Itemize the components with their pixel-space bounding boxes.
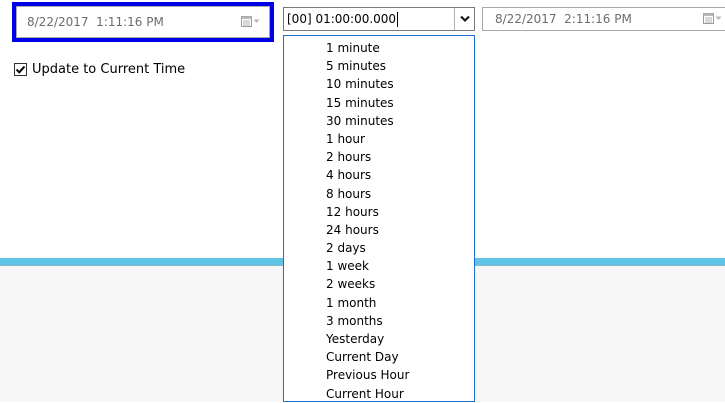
chevron-down-icon (459, 15, 470, 23)
start-calendar-button[interactable] (241, 15, 263, 29)
start-time-picker[interactable]: 8/22/2017 1:11:16 PM (12, 2, 274, 42)
duration-option[interactable]: 1 week (324, 257, 474, 275)
duration-option[interactable]: Previous Hour (324, 366, 474, 384)
duration-option[interactable]: 30 minutes (324, 112, 474, 130)
duration-option[interactable]: 5 minutes (324, 57, 474, 75)
duration-option[interactable]: Current Hour (324, 385, 474, 403)
duration-option[interactable]: 12 hours (324, 203, 474, 221)
update-current-time-checkbox[interactable] (14, 63, 27, 76)
duration-option[interactable]: 1 month (324, 294, 474, 312)
duration-option[interactable]: 2 weeks (324, 275, 474, 293)
duration-option[interactable]: 1 hour (324, 130, 474, 148)
duration-input[interactable]: [00] 01:00:00.000 (284, 11, 454, 27)
duration-option[interactable]: 24 hours (324, 221, 474, 239)
duration-option[interactable]: 1 minute (324, 39, 474, 57)
calendar-icon (241, 16, 260, 27)
calendar-icon (703, 13, 722, 24)
update-current-time-option[interactable]: Update to Current Time (14, 62, 185, 77)
start-time-text: 8/22/2017 1:11:16 PM (27, 15, 164, 29)
duration-dropdown-button[interactable] (454, 8, 474, 30)
duration-options-list[interactable]: 1 minute 5 minutes 10 minutes 15 minutes 30 … (283, 35, 475, 402)
duration-option[interactable]: 4 hours (324, 166, 474, 184)
duration-option[interactable]: 3 months (324, 312, 474, 330)
duration-option[interactable]: 15 minutes (324, 94, 474, 112)
duration-option[interactable]: Current Day (324, 348, 474, 366)
duration-option[interactable]: 2 hours (324, 148, 474, 166)
update-current-time-label: Update to Current Time (32, 62, 186, 77)
end-calendar-button[interactable] (703, 12, 725, 26)
duration-option[interactable]: 10 minutes (324, 75, 474, 93)
duration-option[interactable]: 2 days (324, 239, 474, 257)
duration-combobox[interactable]: [00] 01:00:00.000 (283, 7, 475, 31)
duration-option[interactable]: 8 hours (324, 185, 474, 203)
end-time-picker[interactable]: 8/22/2017 2:11:16 PM (482, 7, 725, 31)
checkmark-icon (15, 65, 26, 74)
end-time-text: 8/22/2017 2:11:16 PM (495, 12, 632, 26)
duration-option[interactable]: Yesterday (324, 330, 474, 348)
